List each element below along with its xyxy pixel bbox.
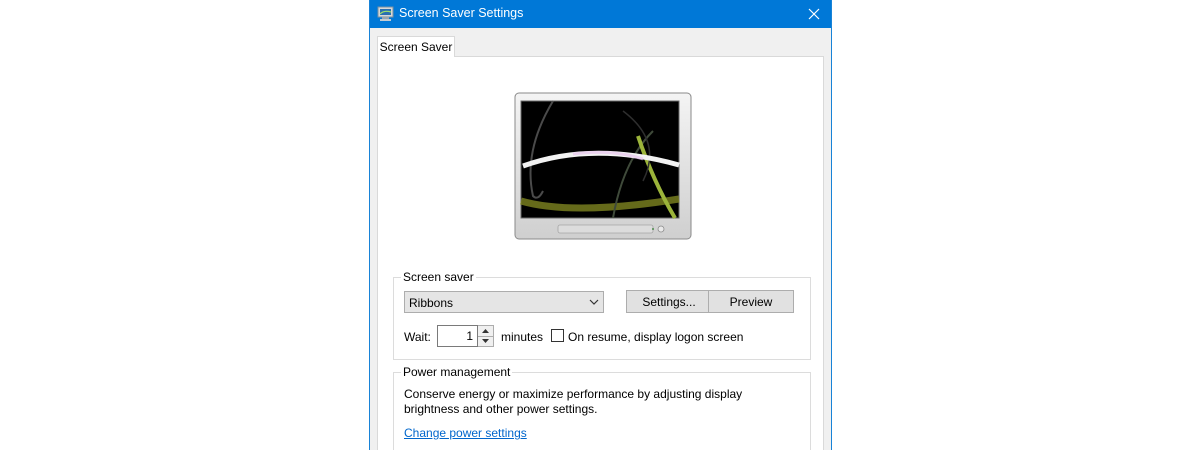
wait-minutes-spinner (478, 325, 494, 347)
power-management-group: Power management Conserve energy or maxi… (393, 365, 811, 450)
close-button[interactable] (797, 0, 831, 28)
change-power-settings-link[interactable]: Change power settings (404, 426, 527, 440)
minutes-label: minutes (501, 330, 544, 344)
screen-saver-dropdown[interactable]: Ribbons (404, 291, 604, 313)
screensaver-preview-monitor (514, 92, 692, 240)
screen-saver-selected: Ribbons (409, 296, 454, 310)
screen-saver-group: Screen saver Ribbons Settings... Preview… (393, 270, 811, 360)
tab-panel: Screen saver Ribbons Settings... Preview… (377, 56, 824, 450)
screen-saver-icon (377, 6, 394, 21)
arrow-up-icon (482, 329, 489, 333)
spin-down-button[interactable] (478, 336, 493, 346)
resume-logon-label[interactable]: On resume, display logon screen (568, 330, 743, 344)
screen-saver-settings-window: Screen Saver Settings Screen Saver Scree… (369, 0, 832, 450)
power-management-group-label: Power management (401, 365, 513, 379)
arrow-down-icon (482, 339, 489, 343)
preview-button-label: Preview (729, 294, 773, 309)
settings-button[interactable]: Settings... (626, 290, 712, 313)
settings-button-label: Settings... (642, 294, 696, 309)
title-bar: Screen Saver Settings (370, 0, 831, 28)
power-management-description: Conserve energy or maximize performance … (404, 387, 743, 416)
screen-saver-group-label: Screen saver (401, 270, 476, 284)
wait-label: Wait: (404, 330, 431, 344)
tab-label: Screen Saver (379, 40, 453, 54)
window-title: Screen Saver Settings (399, 6, 524, 20)
tab-screen-saver[interactable]: Screen Saver (377, 36, 455, 57)
preview-button[interactable]: Preview (708, 290, 794, 313)
chevron-down-icon (589, 299, 599, 305)
resume-logon-checkbox[interactable] (551, 329, 564, 342)
wait-minutes-input[interactable]: 1 (437, 325, 478, 347)
close-icon (808, 8, 820, 20)
